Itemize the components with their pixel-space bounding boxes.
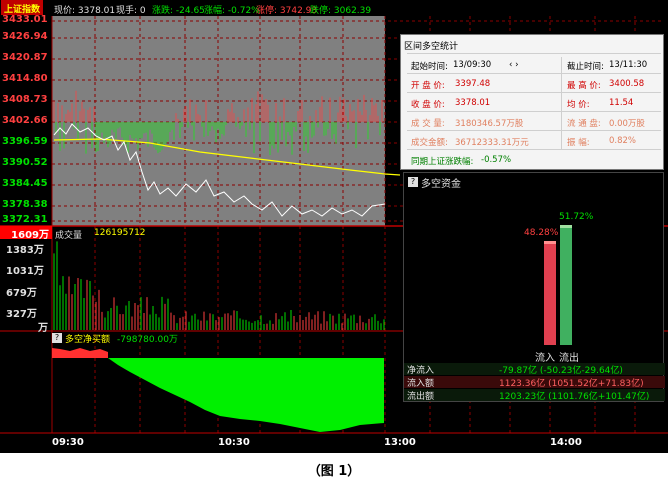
time-label-0930: 09:30 <box>52 437 84 448</box>
volume-tick-label: 679万 <box>6 288 37 299</box>
outflow-amount-row: 流出额 1203.23亿 (1101.76亿+101.47亿) <box>404 389 665 402</box>
price-tick-label: 3390.52 <box>2 157 48 168</box>
same-period-label: 同期上证涨跌幅: <box>411 157 474 167</box>
price-tick-label: 3396.59 <box>2 136 48 147</box>
start-time-value: 13/09:30 <box>453 60 492 70</box>
volume-tick-label: 1383万 <box>6 245 44 256</box>
net-inflow-label: 净流入 <box>407 366 435 376</box>
volume-tick-label: 万 <box>38 323 48 334</box>
net-inflow-row: 净流入 -79.87亿 (-50.23亿-29.64亿) <box>404 363 665 376</box>
start-time-label: 起始时间: <box>411 62 448 72</box>
price-tick-label: 3372.31 <box>2 214 48 225</box>
inflow-bar <box>544 241 556 345</box>
same-period-value: -0.57% <box>481 155 512 165</box>
price-tick-label: 3384.45 <box>2 178 48 189</box>
stock-terminal-window: 上证指数 现价: 3378.01 现手: 0 涨跌: -24.65 涨幅: -0… <box>0 0 668 453</box>
float-label: 流 通 盘: <box>567 119 601 129</box>
time-label-1300: 13:00 <box>384 437 416 448</box>
amount-value: 36712333.31万元 <box>455 138 529 148</box>
price-tick-label: 3408.73 <box>2 94 48 105</box>
inflow-label: 流入 <box>535 353 555 364</box>
fund-flow-panel: ? 多空资金 48.28% 51.72% 流入 流出 净流入 -79.87亿 (… <box>403 172 665 402</box>
volume-total: 3180346.57万股 <box>455 119 524 129</box>
volume-tick-label: 327万 <box>6 309 37 320</box>
outflow-label: 流出 <box>559 353 579 364</box>
inflow-amount-label: 流入额 <box>407 379 435 389</box>
outflow-bar <box>560 225 572 345</box>
flow-value: -798780.00万 <box>117 335 178 345</box>
column-divider <box>561 57 562 149</box>
divider <box>407 111 661 112</box>
divider <box>407 92 661 93</box>
inflow-amount-row: 流入额 1123.36亿 (1051.52亿+71.83亿) <box>404 376 665 389</box>
inflow-amount-value: 1123.36亿 (1051.52亿+71.83亿) <box>499 379 644 389</box>
end-time-value: 13/11:30 <box>609 60 648 70</box>
volume-tick-label: 1031万 <box>6 266 44 277</box>
time-label-1030: 10:30 <box>218 437 250 448</box>
open-value: 3397.48 <box>455 79 491 89</box>
divider <box>407 73 661 74</box>
amplitude-value: 0.82% <box>609 136 637 146</box>
funds-help-icon[interactable]: ? <box>408 177 418 187</box>
net-buy-positive-area <box>52 348 108 358</box>
volume-value: 126195712 <box>94 228 146 238</box>
divider <box>407 53 661 54</box>
close-value: 3378.01 <box>455 98 491 108</box>
price-tick-label: 3426.94 <box>2 31 48 42</box>
price-tick-label: 3414.80 <box>2 73 48 84</box>
time-label-1400: 14:00 <box>550 437 582 448</box>
avg-label: 均 价: <box>567 100 590 110</box>
open-label: 开 盘 价: <box>411 81 445 91</box>
price-tick-label: 3433.01 <box>2 14 48 25</box>
funds-title: 多空资金 <box>421 179 461 190</box>
amplitude-label: 振 幅: <box>567 138 590 148</box>
high-value: 3400.58 <box>609 79 645 89</box>
range-stats-popup[interactable]: 区间多空统计 起始时间: 13/09:30 ‹ › 截止时间: 13/11:30… <box>400 34 664 170</box>
end-time-label: 截止时间: <box>567 62 604 72</box>
high-label: 最 高 价: <box>567 81 601 91</box>
net-buy-negative-area <box>108 358 384 432</box>
outflow-pct: 51.72% <box>559 212 594 222</box>
float-value: 0.00万股 <box>609 119 645 129</box>
figure-caption: （图 1） <box>307 464 361 479</box>
avg-value: 11.54 <box>609 98 634 108</box>
price-tick-label: 3402.66 <box>2 115 48 126</box>
close-label: 收 盘 价: <box>411 100 445 110</box>
amount-label: 成交金额: <box>411 138 448 148</box>
net-inflow-value: -79.87亿 (-50.23亿-29.64亿) <box>499 366 623 376</box>
price-tick-label: 3378.38 <box>2 199 48 210</box>
time-stepper-arrows[interactable]: ‹ › <box>509 60 519 70</box>
flow-title: 多空净买额 <box>65 335 111 345</box>
outflow-amount-value: 1203.23亿 (1101.76亿+101.47亿) <box>499 392 650 402</box>
flow-help-icon[interactable]: ? <box>52 333 62 343</box>
inflow-pct: 48.28% <box>524 228 559 238</box>
price-tick-label: 3420.87 <box>2 52 48 63</box>
volume-max-box: 1609万 <box>0 226 52 241</box>
stats-title: 区间多空统计 <box>404 42 459 52</box>
volume-label: 成 交 量: <box>411 119 445 129</box>
divider <box>407 130 661 131</box>
outflow-amount-label: 流出额 <box>407 392 435 402</box>
volume-title: 成交量 <box>55 231 83 241</box>
volume-max-label: 1609万 <box>11 230 49 241</box>
divider <box>407 149 661 150</box>
